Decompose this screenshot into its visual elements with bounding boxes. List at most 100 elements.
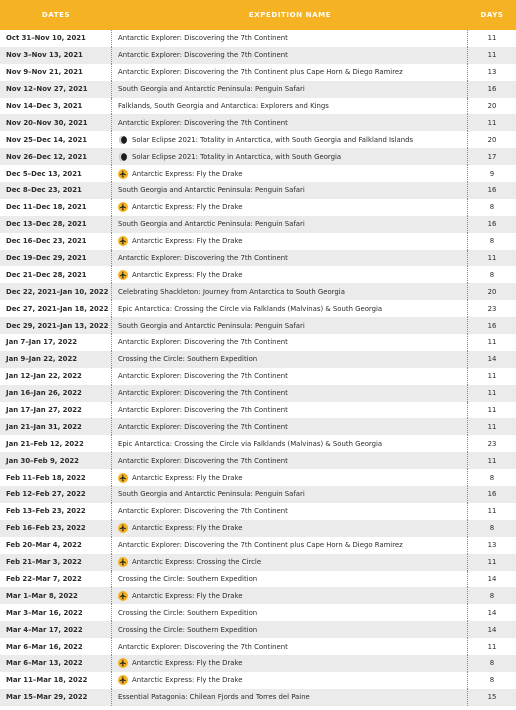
expedition-name-cell: Antarctic Express: Fly the Drake xyxy=(112,654,468,672)
expedition-name-text: Antarctic Explorer: Discovering the 7th … xyxy=(118,507,288,516)
days-column-header: DAYS xyxy=(480,11,504,19)
date-cell: Mar 3–Mar 16, 2022 xyxy=(0,604,112,622)
expedition-name-cell: Antarctic Express: Crossing the Circle xyxy=(112,553,468,571)
table-row: Feb 21–Mar 3, 2022 Antarctic Express: Cro… xyxy=(0,553,516,571)
days-cell: 14 xyxy=(487,625,497,634)
date-cell: Jan 30–Feb 9, 2022 xyxy=(0,452,112,470)
date-cell: Feb 11–Feb 18, 2022 xyxy=(0,469,112,487)
table-row: Dec 21–Dec 28, 2021 Antarctic Express: Fl… xyxy=(0,266,516,284)
expedition-name-cell: Antarctic Explorer: Discovering the 7th … xyxy=(112,30,468,47)
date-cell: Dec 21–Dec 28, 2021 xyxy=(0,266,112,284)
date-cell: Nov 9–Nov 21, 2021 xyxy=(0,63,112,81)
plane-icon xyxy=(118,675,128,686)
expedition-schedule-table: DATES EXPEDITION NAME DAYS Oct 31–Nov 10… xyxy=(0,0,516,706)
expedition-name-cell: Antarctic Express: Fly the Drake xyxy=(112,587,468,605)
expedition-name-text: Solar Eclipse 2021: Totality in Antarcti… xyxy=(132,152,342,161)
plane-icon xyxy=(118,658,128,669)
expedition-name-cell: South Georgia and Antarctic Peninsula: P… xyxy=(112,80,468,98)
table-row: Oct 31–Nov 10, 2021 Antarctic Explorer: D… xyxy=(0,30,516,47)
date-cell: Jan 16–Jan 26, 2022 xyxy=(0,384,112,402)
date-cell: Dec 19–Dec 29, 2021 xyxy=(0,249,112,267)
expedition-name-text: Antarctic Explorer: Discovering the 7th … xyxy=(118,406,288,415)
table-row: Nov 14–Dec 3, 2021 Falklands, South Georg… xyxy=(0,97,516,115)
days-cell: 16 xyxy=(487,490,497,499)
days-cell: 11 xyxy=(487,456,497,465)
table-row: Feb 13–Feb 23, 2022 Antarctic Explorer: D… xyxy=(0,502,516,520)
date-cell: Mar 4–Mar 17, 2022 xyxy=(0,621,112,639)
date-cell: Nov 3–Nov 13, 2021 xyxy=(0,46,112,64)
expedition-name-column-header: EXPEDITION NAME xyxy=(248,11,332,19)
expedition-name-cell: South Georgia and Antarctic Peninsula: P… xyxy=(112,215,468,233)
expedition-name-text: Celebrating Shackleton: Journey from Ant… xyxy=(118,287,345,296)
expedition-name-text: Crossing the Circle: Southern Expedition xyxy=(118,355,258,364)
expedition-name-text: Crossing the Circle: Southern Expedition xyxy=(118,574,258,583)
expedition-name-text: Antarctic Explorer: Discovering the 7th … xyxy=(118,254,288,263)
expedition-name-text: Solar Eclipse 2021: Totality in Antarcti… xyxy=(132,135,414,144)
plane-icon xyxy=(118,269,128,280)
date-cell: Mar 1–Mar 8, 2022 xyxy=(0,587,112,605)
expedition-name-text: Antarctic Express: Fly the Drake xyxy=(132,473,243,482)
expedition-name-cell: Celebrating Shackleton: Journey from Ant… xyxy=(112,283,468,301)
table-row: Dec 5–Dec 13, 2021 Antarctic Express: Fly… xyxy=(0,165,516,183)
expedition-name-cell: Antarctic Explorer: Discovering the 7th … xyxy=(112,638,468,655)
days-cell: 11 xyxy=(487,338,497,347)
date-cell: Feb 22–Mar 7, 2022 xyxy=(0,570,112,588)
expedition-name-cell: Antarctic Express: Fly the Drake xyxy=(112,266,468,284)
days-cell: 20 xyxy=(487,287,497,296)
date-cell: Feb 12–Feb 27, 2022 xyxy=(0,486,112,503)
date-cell: Mar 6–Mar 16, 2022 xyxy=(0,638,112,655)
expedition-name-cell: Essential Patagonia: Chilean Fjords and … xyxy=(112,688,468,706)
expedition-name-text: Antarctic Express: Crossing the Circle xyxy=(132,558,262,567)
date-cell: Dec 29, 2021–Jan 13, 2022 xyxy=(0,317,112,335)
date-cell: Feb 21–Mar 3, 2022 xyxy=(0,553,112,571)
table-row: Jan 30–Feb 9, 2022 Antarctic Explorer: Di… xyxy=(0,452,516,470)
days-cell: 8 xyxy=(489,270,495,279)
table-row: Dec 19–Dec 29, 2021 Antarctic Explorer: D… xyxy=(0,249,516,267)
days-cell: 8 xyxy=(489,237,495,246)
date-cell: Nov 12–Nov 27, 2021 xyxy=(0,80,112,98)
days-cell: 13 xyxy=(487,541,497,550)
expedition-name-text: Antarctic Express: Fly the Drake xyxy=(132,524,243,533)
table-row: Jan 7–Jan 17, 2022 Antarctic Explorer: Di… xyxy=(0,334,516,351)
date-cell: Feb 20–Mar 4, 2022 xyxy=(0,536,112,554)
expedition-name-text: Antarctic Express: Fly the Drake xyxy=(132,659,243,668)
expedition-name-cell: Antarctic Express: Fly the Drake xyxy=(112,671,468,689)
plane-icon xyxy=(118,236,128,247)
expedition-name-cell: Crossing the Circle: Southern Expedition xyxy=(112,350,468,368)
expedition-name-text: Essential Patagonia: Chilean Fjords and … xyxy=(118,693,310,702)
days-cell: 11 xyxy=(487,34,497,43)
days-cell: 8 xyxy=(489,524,495,533)
plane-icon xyxy=(118,590,128,601)
expedition-name-cell: Antarctic Express: Fly the Drake xyxy=(112,165,468,183)
table-row: Nov 25–Dec 14, 2021 Solar Eclipse 2021: T… xyxy=(0,131,516,149)
table-row: Mar 11–Mar 18, 2022 Antarctic Express: Fl… xyxy=(0,671,516,689)
date-cell: Jan 7–Jan 17, 2022 xyxy=(0,334,112,351)
expedition-name-text: Antarctic Explorer: Discovering the 7th … xyxy=(118,372,288,381)
expedition-name-cell: South Georgia and Antarctic Peninsula: P… xyxy=(112,182,468,199)
expedition-name-cell: Crossing the Circle: Southern Expedition xyxy=(112,604,468,622)
expedition-name-text: Antarctic Explorer: Discovering the 7th … xyxy=(118,338,288,347)
days-cell: 14 xyxy=(487,608,497,617)
date-cell: Dec 16–Dec 23, 2021 xyxy=(0,232,112,250)
days-cell: 15 xyxy=(487,693,497,702)
expedition-name-text: Antarctic Express: Fly the Drake xyxy=(132,270,243,279)
expedition-name-text: Antarctic Express: Fly the Drake xyxy=(132,169,243,178)
days-cell: 9 xyxy=(489,169,495,178)
expedition-name-cell: Epic Antarctica: Crossing the Circle via… xyxy=(112,300,468,318)
expedition-name-text: Antarctic Explorer: Discovering the 7th … xyxy=(118,541,403,550)
table-row: Dec 27, 2021–Jan 18, 2022 Epic Antarctica… xyxy=(0,300,516,318)
table-row: Nov 9–Nov 21, 2021 Antarctic Explorer: Di… xyxy=(0,63,516,81)
days-cell: 11 xyxy=(487,558,497,567)
days-cell: 11 xyxy=(487,406,497,415)
days-cell: 11 xyxy=(487,422,497,431)
days-cell: 16 xyxy=(487,85,497,94)
date-cell: Nov 20–Nov 30, 2021 xyxy=(0,114,112,132)
expedition-name-text: South Georgia and Antarctic Peninsula: P… xyxy=(118,85,305,94)
table-row: Dec 13–Dec 28, 2021 South Georgia and Ant… xyxy=(0,215,516,233)
date-cell: Dec 13–Dec 28, 2021 xyxy=(0,215,112,233)
date-cell: Dec 5–Dec 13, 2021 xyxy=(0,165,112,183)
expedition-name-cell: Antarctic Express: Fly the Drake xyxy=(112,519,468,537)
expedition-name-cell: Antarctic Express: Fly the Drake xyxy=(112,469,468,487)
expedition-name-text: Crossing the Circle: Southern Expedition xyxy=(118,608,258,617)
table-row: Mar 4–Mar 17, 2022 Crossing the Circle: S… xyxy=(0,621,516,639)
